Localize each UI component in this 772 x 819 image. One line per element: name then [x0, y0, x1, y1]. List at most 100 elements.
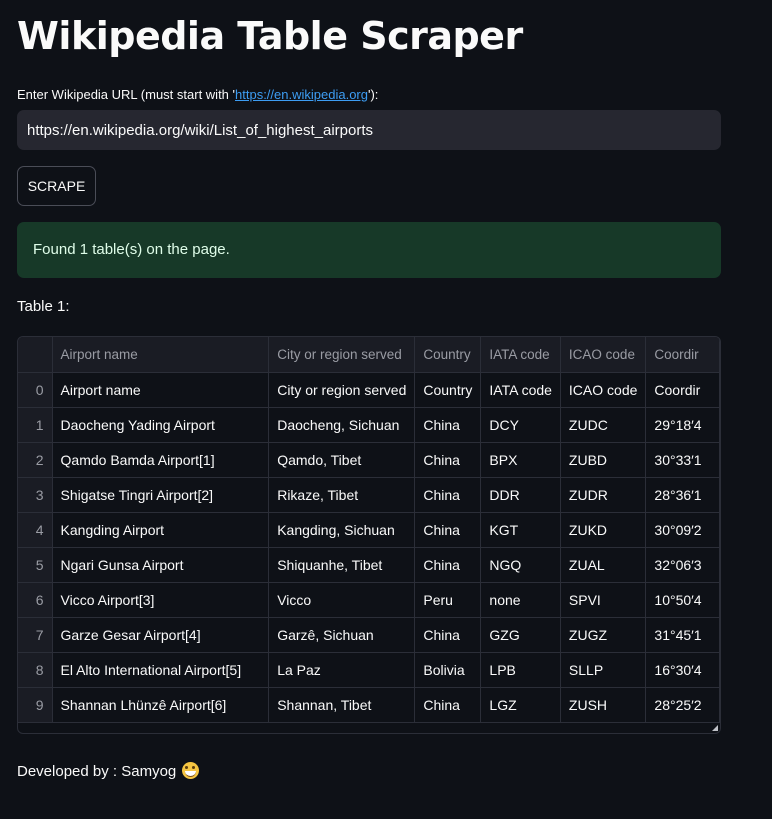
table-cell[interactable]: Shigatse Tingri Airport[2]: [52, 477, 270, 513]
table-cell[interactable]: ZUAL: [560, 547, 647, 583]
table-cell[interactable]: Garze Gesar Airport[4]: [52, 617, 270, 653]
table-cell[interactable]: Rikaze, Tibet: [268, 477, 416, 513]
table-cell[interactable]: 28°36′1: [645, 477, 720, 513]
table-cell[interactable]: GZG: [480, 617, 561, 653]
table-cell[interactable]: China: [414, 407, 482, 443]
table-cell[interactable]: ZUSH: [560, 687, 647, 723]
table-cell[interactable]: Qamdo, Tibet: [268, 442, 416, 478]
column-header[interactable]: Airport name: [52, 337, 270, 373]
column-header[interactable]: Country: [414, 337, 482, 373]
table-cell[interactable]: BPX: [480, 442, 561, 478]
table-cell[interactable]: SPVI: [560, 582, 647, 618]
table-cell[interactable]: ZUDC: [560, 407, 647, 443]
scrape-button[interactable]: SCRAPE: [17, 166, 96, 206]
table-cell[interactable]: Shannan, Tibet: [268, 687, 416, 723]
table-cell[interactable]: China: [414, 442, 482, 478]
table-cell[interactable]: 10°50′4: [645, 582, 720, 618]
table-row: 8 El Alto International Airport[5] La Paz B…: [18, 652, 720, 688]
row-index[interactable]: 6: [18, 582, 53, 618]
table-cell[interactable]: City or region served: [268, 372, 416, 408]
table-cell[interactable]: LGZ: [480, 687, 561, 723]
table-cell[interactable]: Daocheng Yading Airport: [52, 407, 270, 443]
table-cell[interactable]: DCY: [480, 407, 561, 443]
row-index[interactable]: 9: [18, 687, 53, 723]
column-header[interactable]: Coordir: [645, 337, 720, 373]
url-input[interactable]: [17, 110, 721, 150]
column-header[interactable]: IATA code: [480, 337, 561, 373]
table-cell[interactable]: Qamdo Bamda Airport[1]: [52, 442, 270, 478]
table-cell[interactable]: Garzê, Sichuan: [268, 617, 416, 653]
row-index[interactable]: 8: [18, 652, 53, 688]
row-index[interactable]: 4: [18, 512, 53, 548]
table-cell[interactable]: LPB: [480, 652, 561, 688]
table-cell[interactable]: Airport name: [52, 372, 270, 408]
table-cell[interactable]: SLLP: [560, 652, 647, 688]
table-cell[interactable]: KGT: [480, 512, 561, 548]
table-cell[interactable]: Coordir: [645, 372, 720, 408]
grinning-face-icon: [182, 762, 200, 779]
table-cell[interactable]: La Paz: [268, 652, 416, 688]
row-index[interactable]: 2: [18, 442, 53, 478]
table-cell[interactable]: 28°25′2: [645, 687, 720, 723]
table-cell[interactable]: Kangding Airport: [52, 512, 270, 548]
table-cell[interactable]: ZUDR: [560, 477, 647, 513]
url-field-label: Enter Wikipedia URL (must start with 'ht…: [17, 87, 378, 102]
table-cell[interactable]: Shiquanhe, Tibet: [268, 547, 416, 583]
table-cell[interactable]: 16°30′4: [645, 652, 720, 688]
table-row: 1 Daocheng Yading Airport Daocheng, Sichua…: [18, 407, 720, 443]
table-cell[interactable]: Shannan Lhünzê Airport[6]: [52, 687, 270, 723]
table-cell[interactable]: Kangding, Sichuan: [268, 512, 416, 548]
table-cell[interactable]: 30°09′2: [645, 512, 720, 548]
url-label-prefix: Enter Wikipedia URL (must start with ': [17, 87, 236, 102]
footer-text: Developed by : Samyog: [17, 763, 177, 780]
row-index[interactable]: 0: [18, 372, 53, 408]
table-cell[interactable]: El Alto International Airport[5]: [52, 652, 270, 688]
table-grid: Airport name City or region served Country…: [18, 337, 720, 723]
table-cell[interactable]: Vicco: [268, 582, 416, 618]
resize-handle-icon[interactable]: [712, 725, 718, 731]
table-cell[interactable]: 31°45′1: [645, 617, 720, 653]
table-row: 0 Airport name City or region served Countr…: [18, 372, 720, 408]
url-label-suffix: '):: [367, 87, 379, 102]
table-cell[interactable]: 30°33′1: [645, 442, 720, 478]
table-row: 2 Qamdo Bamda Airport[1] Qamdo, Tibet China…: [18, 442, 720, 478]
row-index[interactable]: 5: [18, 547, 53, 583]
row-index[interactable]: 1: [18, 407, 53, 443]
table-cell[interactable]: Vicco Airport[3]: [52, 582, 270, 618]
table-cell[interactable]: China: [414, 477, 482, 513]
table-cell[interactable]: ICAO code: [560, 372, 647, 408]
table-cell[interactable]: IATA code: [480, 372, 561, 408]
column-header[interactable]: ICAO code: [560, 337, 647, 373]
table-row: 5 Ngari Gunsa Airport Shiquanhe, Tibet Chin…: [18, 547, 720, 583]
success-message: Found 1 table(s) on the page.: [33, 241, 230, 258]
table-cell[interactable]: Bolivia: [414, 652, 482, 688]
row-index[interactable]: 3: [18, 477, 53, 513]
success-alert: Found 1 table(s) on the page.: [17, 222, 721, 278]
table-cell[interactable]: China: [414, 617, 482, 653]
wikipedia-link[interactable]: https://en.wikipedia.org: [235, 87, 368, 102]
index-column-header[interactable]: [18, 337, 53, 373]
table-cell[interactable]: Peru: [414, 582, 482, 618]
row-index[interactable]: 7: [18, 617, 53, 653]
table-cell[interactable]: ZUBD: [560, 442, 647, 478]
page-title: Wikipedia Table Scraper: [17, 14, 523, 58]
table-cell[interactable]: China: [414, 512, 482, 548]
table-header-row: Airport name City or region served Country…: [18, 337, 720, 373]
data-table[interactable]: Airport name City or region served Country…: [17, 336, 721, 734]
table-cell[interactable]: NGQ: [480, 547, 561, 583]
table-row: 7 Garze Gesar Airport[4] Garzê, Sichuan Chi…: [18, 617, 720, 653]
table-cell[interactable]: ZUGZ: [560, 617, 647, 653]
table-cell[interactable]: 32°06′3: [645, 547, 720, 583]
table-cell[interactable]: China: [414, 547, 482, 583]
table-cell[interactable]: Country: [414, 372, 482, 408]
table-cell[interactable]: China: [414, 687, 482, 723]
table-cell[interactable]: none: [480, 582, 561, 618]
table-row: 4 Kangding Airport Kangding, Sichuan China K…: [18, 512, 720, 548]
table-cell[interactable]: Daocheng, Sichuan: [268, 407, 416, 443]
table-cell[interactable]: DDR: [480, 477, 561, 513]
table-cell[interactable]: Ngari Gunsa Airport: [52, 547, 270, 583]
table-cell[interactable]: ZUKD: [560, 512, 647, 548]
table-cell[interactable]: 29°18′4: [645, 407, 720, 443]
table-row: 9 Shannan Lhünzê Airport[6] Shannan, Tibet…: [18, 687, 720, 723]
column-header[interactable]: City or region served: [268, 337, 416, 373]
